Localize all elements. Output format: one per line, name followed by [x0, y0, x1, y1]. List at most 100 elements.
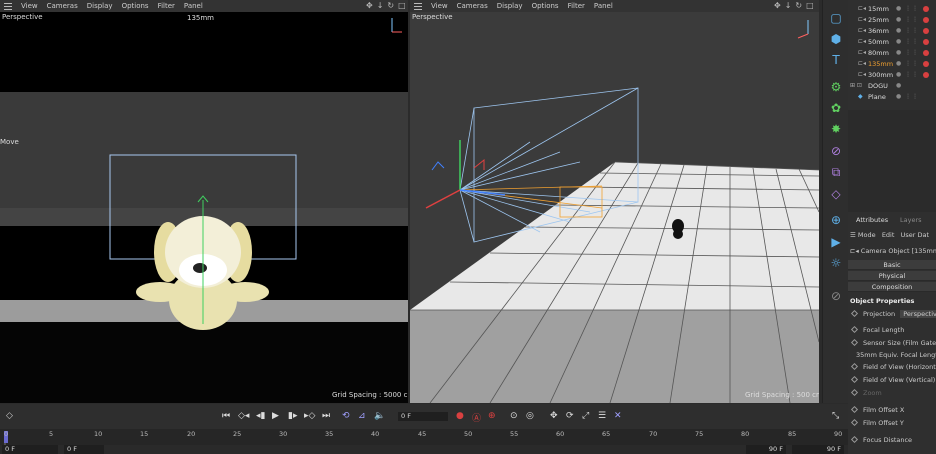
- menu-display[interactable]: Display: [87, 2, 113, 10]
- loop-icon[interactable]: ⟲: [342, 411, 350, 421]
- environment-icon[interactable]: ⊕: [828, 212, 844, 228]
- rotate-key-icon[interactable]: ⟳: [566, 411, 574, 421]
- menu-filter[interactable]: Filter: [568, 2, 585, 10]
- cloner-icon[interactable]: ✿: [828, 100, 844, 116]
- keyframe-icon[interactable]: [850, 405, 859, 414]
- menu-filter[interactable]: Filter: [158, 2, 175, 10]
- menu-edit[interactable]: Edit: [882, 231, 895, 239]
- end-frame-field[interactable]: 90 F: [792, 445, 844, 454]
- prop-film-offset-y[interactable]: Film Offset Y: [850, 418, 904, 427]
- preview-start-field[interactable]: 0 F: [64, 445, 104, 454]
- section-basic-button[interactable]: Basic: [848, 260, 936, 270]
- menu-mode[interactable]: Mode: [858, 231, 876, 239]
- cube-icon[interactable]: ⬢: [828, 31, 844, 47]
- ffd-icon[interactable]: ⧉: [828, 164, 844, 180]
- dolly-icon[interactable]: ↓: [377, 1, 384, 11]
- prev-frame-icon[interactable]: ◂▮: [256, 411, 265, 421]
- current-frame-field[interactable]: 0 F: [398, 412, 448, 421]
- tag-icon[interactable]: [923, 60, 930, 67]
- visibility-dots-icon[interactable]: ● ⋮⋮: [896, 16, 919, 23]
- go-to-end-icon[interactable]: ⏭: [322, 411, 330, 421]
- menu-view[interactable]: View: [431, 2, 448, 10]
- menu-panel[interactable]: Panel: [184, 2, 203, 10]
- keyframe-icon[interactable]: [850, 309, 859, 318]
- list-item[interactable]: ⊏◂ 50mm ● ⋮⋮: [848, 36, 936, 47]
- list-item[interactable]: ⊏◂ 25mm ● ⋮⋮: [848, 14, 936, 25]
- viewport-menu-icon[interactable]: [414, 2, 422, 10]
- prop-fov-vertical[interactable]: Field of View (Vertical): [850, 375, 935, 384]
- keyframe-selection-icon[interactable]: ⊕: [488, 411, 496, 421]
- section-physical-button[interactable]: Physical: [848, 271, 936, 281]
- visibility-dots-icon[interactable]: ● ⋮⋮: [896, 38, 919, 45]
- generator-icon[interactable]: ⚙: [828, 79, 844, 95]
- pan-icon[interactable]: ✥: [366, 1, 373, 11]
- right-viewport[interactable]: Perspective Grid Spacing : 500 cm: [410, 12, 819, 403]
- section-composition-button[interactable]: Composition: [848, 282, 936, 292]
- tag-icon[interactable]: [923, 16, 930, 23]
- menu-display[interactable]: Display: [497, 2, 523, 10]
- visibility-dots-icon[interactable]: ● ⋮⋮: [896, 60, 919, 67]
- disabled-tool-icon[interactable]: ⊘: [828, 288, 844, 304]
- tag-icon[interactable]: [923, 49, 930, 56]
- move-key-icon[interactable]: ✥: [550, 411, 558, 421]
- keyframe-icon[interactable]: [850, 325, 859, 334]
- tag-icon[interactable]: [923, 27, 930, 34]
- menu-options[interactable]: Options: [532, 2, 559, 10]
- key-filter-icon[interactable]: ◎: [526, 411, 534, 421]
- list-item[interactable]: ⊏◂ 15mm ● ⋮⋮: [848, 3, 936, 14]
- prop-sensor-size[interactable]: Sensor Size (Film Gate): [850, 338, 936, 347]
- visibility-dots-icon[interactable]: ● ⋮⋮: [896, 49, 919, 56]
- bend-icon[interactable]: ◇: [828, 186, 844, 202]
- visibility-dots-icon[interactable]: ● ⋮⋮: [896, 27, 919, 34]
- prop-film-offset-x[interactable]: Film Offset X: [850, 405, 904, 414]
- play-icon[interactable]: ▶: [272, 411, 279, 421]
- tab-attributes[interactable]: Attributes: [856, 216, 888, 224]
- menu-options[interactable]: Options: [122, 2, 149, 10]
- key-options-icon[interactable]: ⊙: [510, 411, 518, 421]
- menu-cameras[interactable]: Cameras: [47, 2, 78, 10]
- pan-icon[interactable]: ✥: [774, 1, 781, 11]
- projection-dropdown[interactable]: Perspective: [900, 310, 936, 318]
- start-frame-field[interactable]: 0 F: [2, 445, 58, 454]
- prop-fov-horizontal[interactable]: Field of View (Horizontal: [850, 362, 936, 371]
- rotate-icon[interactable]: ↻: [387, 1, 394, 11]
- pla-key-icon[interactable]: ✕: [614, 411, 622, 421]
- list-item[interactable]: ◆ Plane ● ⋮⋮: [848, 91, 936, 102]
- next-frame-icon[interactable]: ▮▸: [288, 411, 297, 421]
- auto-key-icon[interactable]: Ⓐ: [472, 411, 481, 424]
- visibility-dots-icon[interactable]: ● ⋮⋮: [896, 93, 919, 100]
- list-item[interactable]: ⊞ ⊡ DOGU ●: [848, 80, 936, 91]
- prop-focal-length[interactable]: Focal Length: [850, 325, 904, 334]
- light-icon[interactable]: ☼: [828, 255, 844, 271]
- go-to-start-icon[interactable]: ⏮: [222, 411, 230, 421]
- keyframe-icon[interactable]: [850, 418, 859, 427]
- tag-icon[interactable]: [923, 71, 930, 78]
- interpolation-icon[interactable]: ⊿: [358, 411, 366, 421]
- list-item[interactable]: ⊏◂ 300mm ● ⋮⋮: [848, 69, 936, 80]
- left-viewport[interactable]: Perspective 135mm Move Grid Spacing : 50…: [0, 12, 408, 403]
- menu-view[interactable]: View: [21, 2, 38, 10]
- maximize-icon[interactable]: □: [806, 1, 814, 11]
- list-item-active[interactable]: ⊏◂ 135mm ● ⋮⋮: [848, 58, 936, 69]
- keyframe-icon[interactable]: [850, 375, 859, 384]
- maximize-icon[interactable]: □: [398, 1, 406, 11]
- prev-key-icon[interactable]: ◇◂: [238, 411, 249, 421]
- menu-cameras[interactable]: Cameras: [457, 2, 488, 10]
- visibility-dots-icon[interactable]: ●: [896, 82, 902, 89]
- sound-icon[interactable]: 🔈: [374, 411, 385, 421]
- tag-icon[interactable]: [923, 5, 930, 12]
- menu-user-data[interactable]: User Dat: [901, 231, 929, 239]
- viewport-menu-icon[interactable]: [4, 2, 12, 10]
- timeline-expand-icon[interactable]: ⤡: [832, 411, 839, 421]
- menu-icon[interactable]: ☰: [850, 231, 858, 239]
- keyframe-icon[interactable]: [850, 435, 859, 444]
- scale-key-icon[interactable]: ⤢: [582, 411, 589, 421]
- text-tool-icon[interactable]: T: [828, 52, 844, 68]
- keyframe-icon[interactable]: [850, 362, 859, 371]
- preview-end-field[interactable]: 90 F: [746, 445, 786, 454]
- cube-outline-icon[interactable]: ▢: [828, 10, 844, 26]
- tag-icon[interactable]: [923, 38, 930, 45]
- camera-icon[interactable]: ▶: [828, 234, 844, 250]
- prop-focus-distance[interactable]: Focus Distance: [850, 435, 912, 444]
- tab-layers[interactable]: Layers: [900, 216, 922, 224]
